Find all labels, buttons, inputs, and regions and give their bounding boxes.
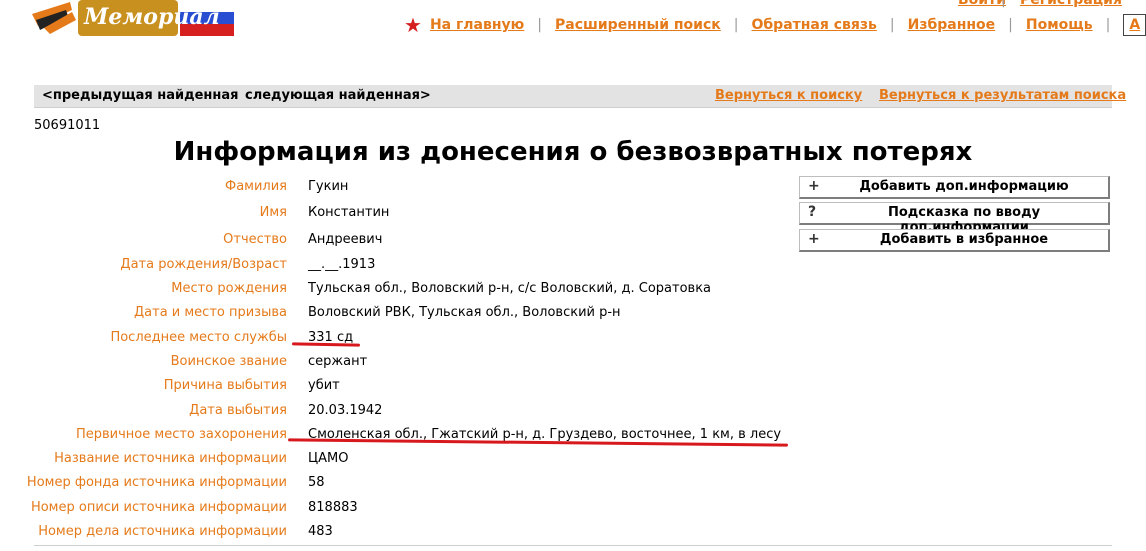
back-to-search-link[interactable]: Вернуться к поиску [715, 88, 862, 103]
field-value-surname: Гукин [308, 179, 349, 194]
field-label: Фамилия [225, 179, 287, 194]
separator: | [1105, 17, 1111, 33]
field-value-draft: Воловский РВК, Тульская обл., Воловский … [308, 305, 621, 320]
field-label: Название источника информации [54, 451, 287, 466]
field-value-source: ЦАМО [308, 451, 349, 466]
star-icon: ★ [404, 13, 422, 37]
highlight-underline [291, 342, 361, 347]
page-title: Информация из донесения о безвозвратных … [173, 137, 973, 167]
nav-advanced-search[interactable]: Расширенный поиск [555, 17, 721, 33]
field-value-delo: 483 [308, 524, 333, 539]
field-value-reason: убит [308, 378, 340, 393]
input-hint-button[interactable]: ? Подсказка по вводу доп.информации [799, 202, 1110, 235]
field-value-date: 20.03.1942 [308, 403, 383, 418]
divider [34, 545, 1112, 546]
field-value-rank: сержант [308, 354, 368, 369]
separator: | [1001, 0, 1006, 8]
field-label: Дата рождения/Возраст [120, 257, 287, 272]
nav-help[interactable]: Помощь [1026, 17, 1093, 33]
nav-home[interactable]: На главную [430, 17, 524, 33]
question-icon: ? [808, 204, 817, 220]
site-logo[interactable]: Мемориал [30, 0, 238, 40]
logo-text: Мемориал [84, 4, 220, 30]
field-value-patronymic: Андреевич [308, 232, 383, 247]
separator: | [1008, 17, 1013, 33]
field-label: Воинское звание [170, 354, 287, 369]
field-label: Номер дела источника информации [38, 524, 287, 539]
field-label: Номер описи источника информации [30, 500, 287, 515]
field-label: Первичное место захоронения [75, 427, 287, 442]
record-id: 50691011 [34, 118, 101, 133]
field-label: Последнее место службы [110, 330, 287, 345]
field-value-birthplace: Тульская обл., Воловский р-н, с/с Воловс… [308, 281, 712, 296]
separator: | [733, 17, 739, 33]
login-link[interactable]: Войти [958, 0, 1006, 8]
main-nav: ★ На главную | Расширенный поиск | Обрат… [404, 12, 1146, 38]
prev-result-link[interactable]: <предыдущая найденная [42, 88, 239, 103]
font-size-small-button[interactable]: A [1123, 14, 1146, 36]
separator: | [889, 17, 895, 33]
nav-favorites[interactable]: Избранное [908, 17, 996, 33]
field-value-birth-date: __.__.1913 [308, 257, 376, 272]
button-label: Добавить доп.информацию [859, 179, 1069, 194]
field-label: Номер фонда источника информации [26, 475, 287, 490]
back-to-results-link[interactable]: Вернуться к результатам поиска [879, 88, 1126, 103]
field-label: Дата и место призыва [134, 305, 287, 320]
plus-icon: + [808, 178, 820, 194]
field-value-opis: 818883 [308, 500, 358, 515]
register-link[interactable]: Регистрация [1020, 0, 1122, 8]
button-label: Добавить в избранное [879, 232, 1049, 247]
result-nav-bar: <предыдущая найденная следующая найденна… [34, 85, 1126, 108]
field-value-fond: 58 [308, 475, 325, 490]
field-label: Причина выбытия [163, 378, 287, 393]
nav-feedback[interactable]: Обратная связь [752, 17, 877, 33]
add-to-favorites-button[interactable]: + Добавить в избранное [799, 229, 1110, 252]
plus-icon: + [808, 231, 820, 247]
field-label: Отчество [223, 232, 287, 247]
field-label: Дата выбытия [189, 403, 287, 418]
separator: | [537, 17, 542, 33]
add-info-button[interactable]: + Добавить доп.информацию [799, 176, 1110, 199]
field-value-name: Константин [308, 205, 390, 220]
next-result-link[interactable]: следующая найденная> [245, 88, 431, 103]
field-label: Имя [259, 205, 287, 220]
field-label: Место рождения [171, 281, 287, 296]
